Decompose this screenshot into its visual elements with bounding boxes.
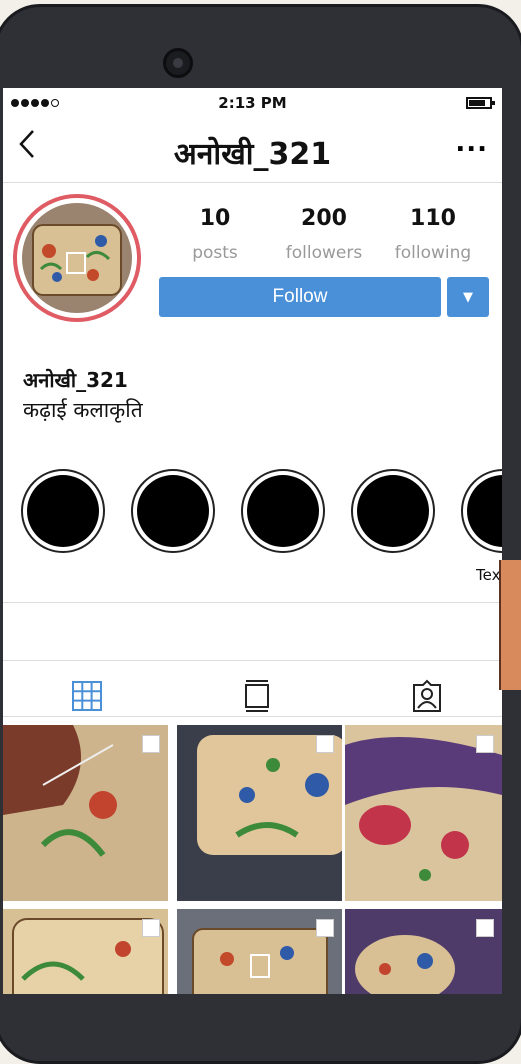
tagged-user-icon xyxy=(413,679,441,712)
select-checkbox[interactable] xyxy=(142,735,160,753)
story-highlight[interactable] xyxy=(241,469,325,553)
divider xyxy=(3,716,502,717)
post-thumbnail[interactable] xyxy=(177,909,342,994)
profile-avatar[interactable] xyxy=(13,194,141,322)
divider xyxy=(3,602,502,603)
embroidered-bag-image xyxy=(32,224,122,296)
front-camera xyxy=(163,48,193,78)
followers-count: 200 xyxy=(301,206,347,231)
followers-label: followers xyxy=(285,243,363,263)
post-thumbnail[interactable] xyxy=(177,725,342,901)
select-checkbox[interactable] xyxy=(476,735,494,753)
follow-button[interactable]: Follow xyxy=(159,277,441,317)
posts-label: posts xyxy=(192,243,238,263)
page-title: अनोखी_321 xyxy=(173,137,332,172)
profile-bio: कढ़ाई कलाकृति xyxy=(23,398,143,422)
status-bar: 2:13 PM xyxy=(3,88,502,120)
suggestions-dropdown-button[interactable]: ▼ xyxy=(447,277,489,317)
caret-down-icon: ▼ xyxy=(463,289,473,305)
select-checkbox[interactable] xyxy=(476,919,494,937)
following-count: 110 xyxy=(410,206,456,231)
story-highlight[interactable] xyxy=(131,469,215,553)
tab-tagged[interactable] xyxy=(409,678,445,714)
top-nav: अनोखी_321 ... xyxy=(3,120,502,183)
story-highlight[interactable] xyxy=(21,469,105,553)
story-highlight[interactable] xyxy=(351,469,435,553)
stat-following[interactable]: 110 following xyxy=(383,206,483,263)
stat-followers[interactable]: 200 followers xyxy=(274,206,374,263)
status-time: 2:13 PM xyxy=(218,94,287,112)
grid-icon xyxy=(72,681,102,711)
more-options-button[interactable]: ... xyxy=(455,128,488,158)
hand-illustration xyxy=(499,560,521,690)
post-thumbnail[interactable] xyxy=(3,725,168,901)
profile-name: अनोखी_321 xyxy=(23,368,128,392)
posts-count: 10 xyxy=(199,206,231,231)
divider xyxy=(3,660,502,661)
feed-icon xyxy=(245,680,269,712)
story-highlight[interactable] xyxy=(461,469,502,553)
select-checkbox[interactable] xyxy=(142,919,160,937)
stat-posts[interactable]: 10 posts xyxy=(165,206,265,263)
select-checkbox[interactable] xyxy=(316,735,334,753)
post-thumbnail[interactable] xyxy=(3,909,168,994)
tab-grid[interactable] xyxy=(69,678,105,714)
post-thumbnail[interactable] xyxy=(345,909,502,994)
post-thumbnail[interactable] xyxy=(345,725,502,901)
battery-icon xyxy=(466,97,495,109)
screen: 2:13 PM अनोखी_321 ... 10 posts 200 follo… xyxy=(3,88,502,994)
tab-feed[interactable] xyxy=(239,678,275,714)
highlight-label: Tex xyxy=(476,566,501,584)
select-checkbox[interactable] xyxy=(316,919,334,937)
following-label: following xyxy=(394,243,472,263)
